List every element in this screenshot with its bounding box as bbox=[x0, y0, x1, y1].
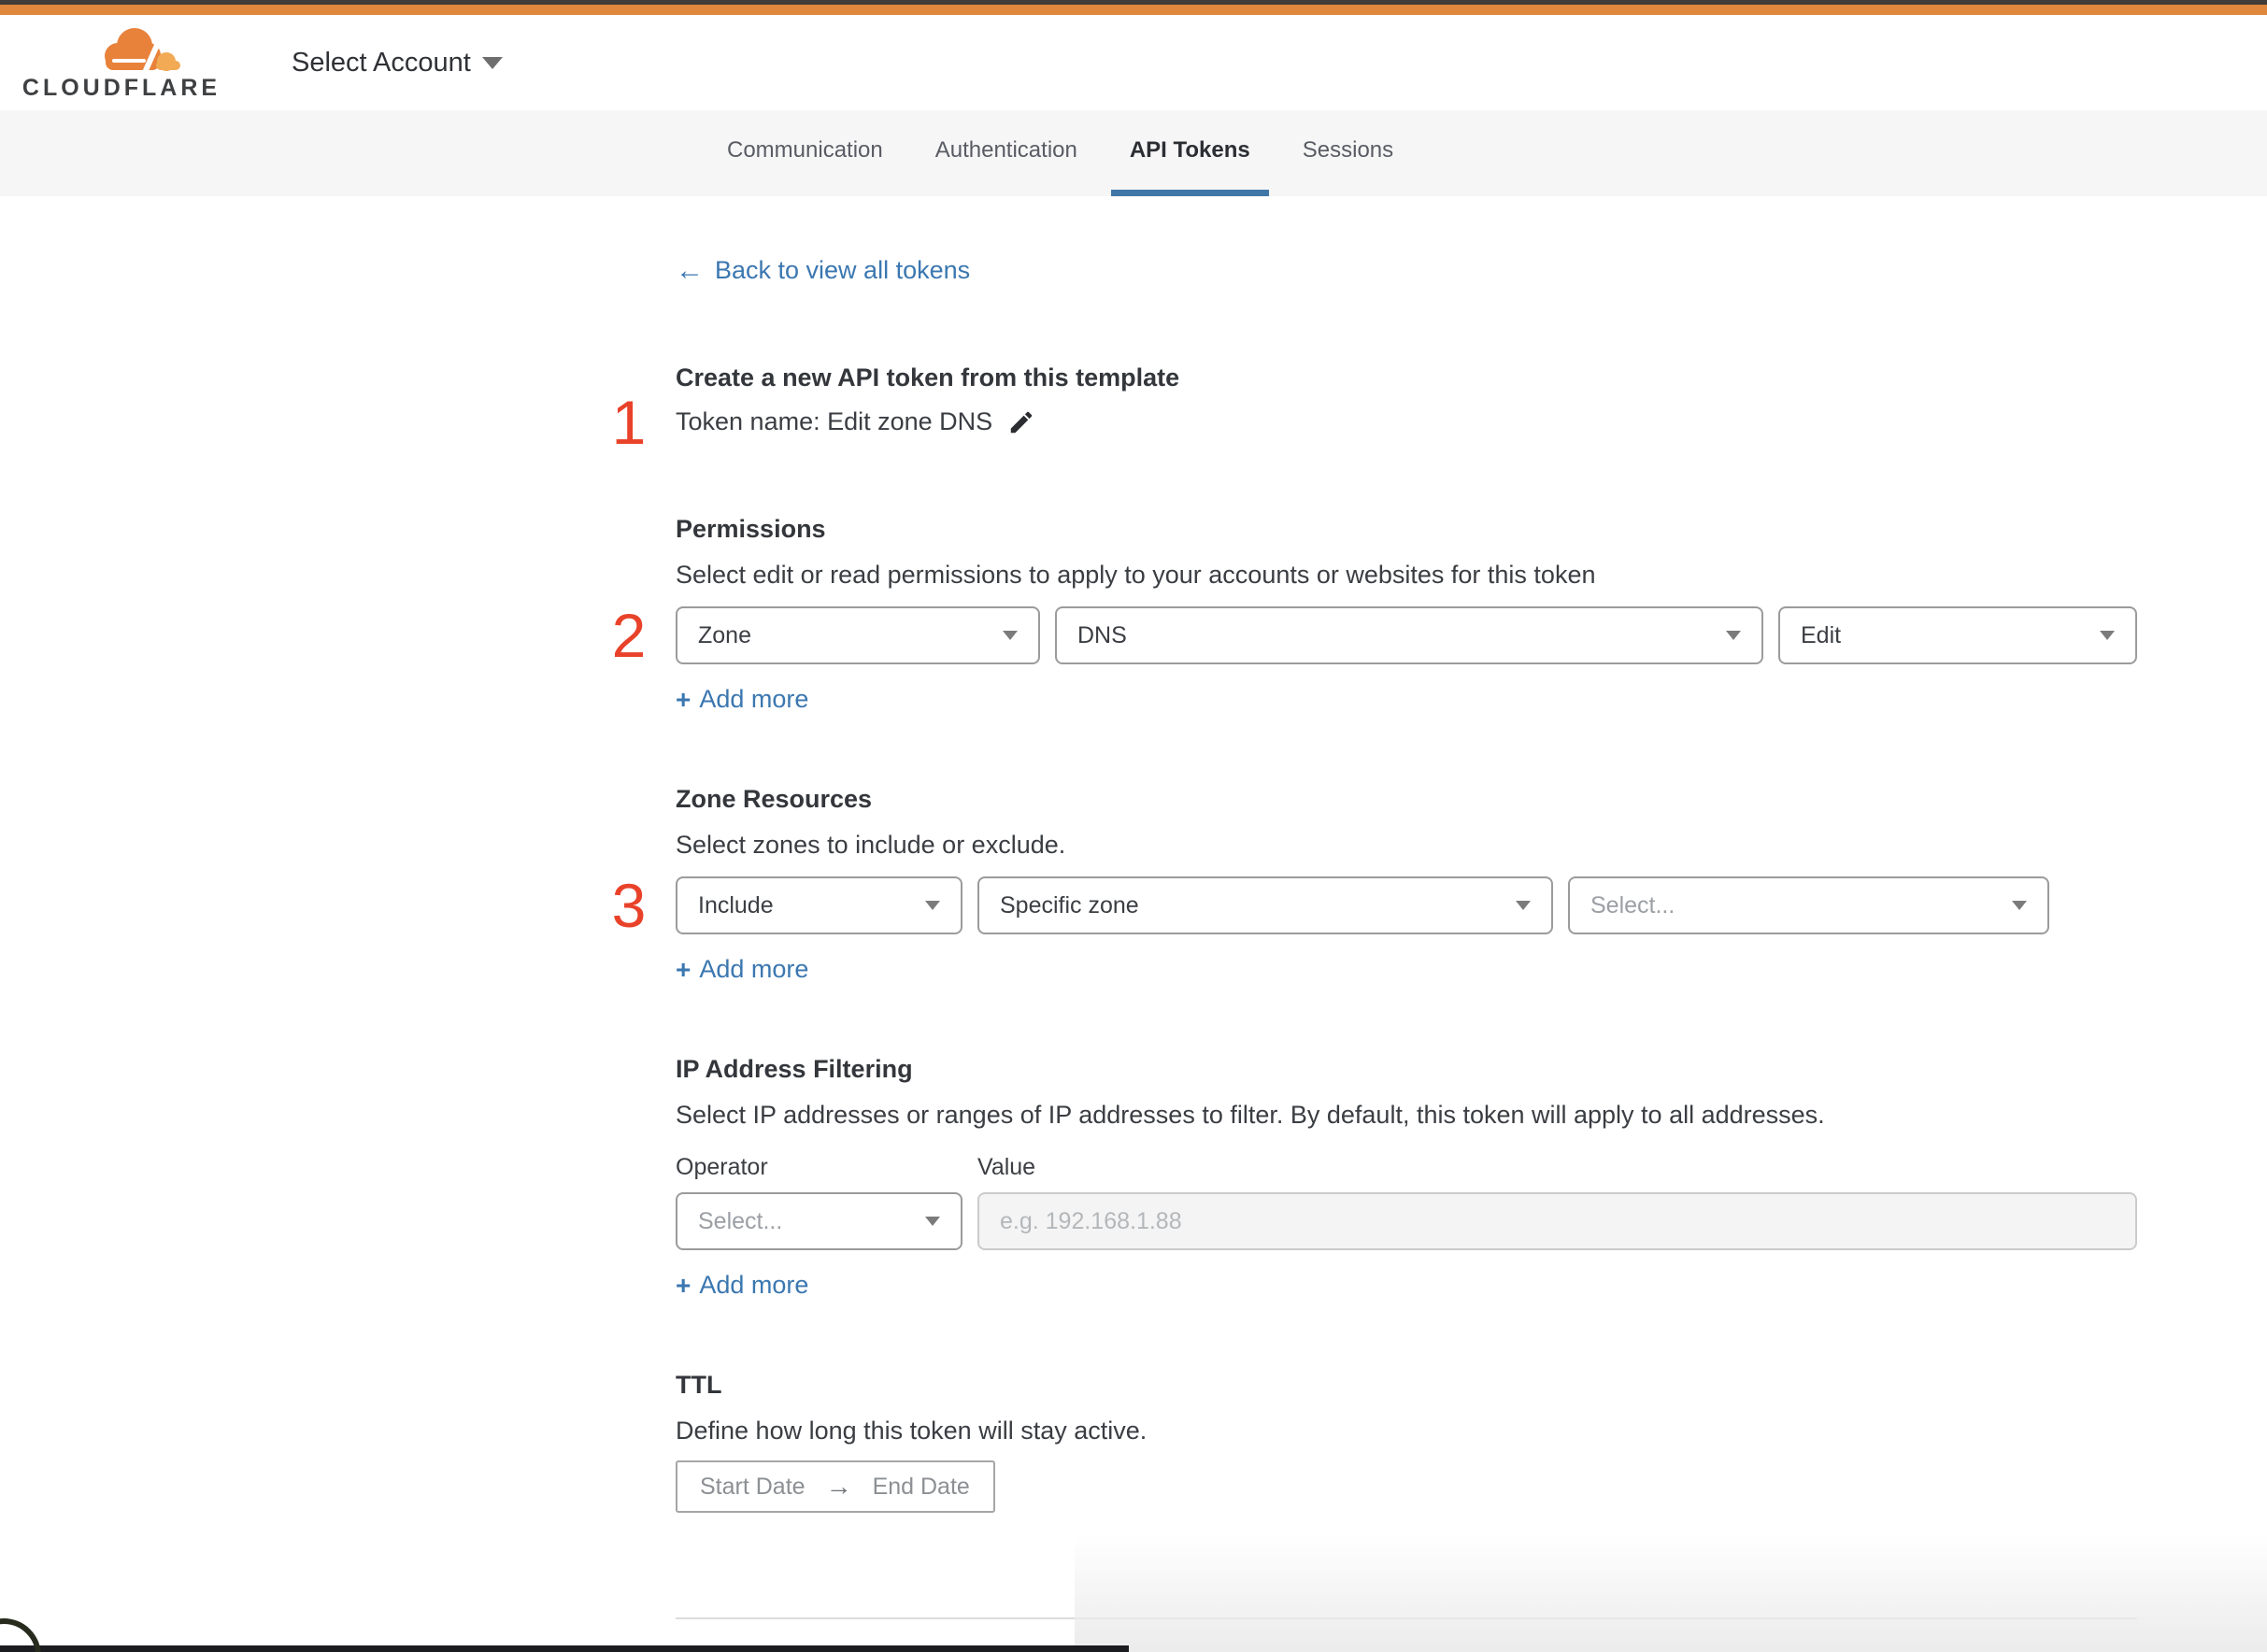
add-more-label: Add more bbox=[699, 1271, 809, 1299]
section-template: Create a new API token from this templat… bbox=[612, 363, 2137, 453]
select-value: Include bbox=[698, 891, 774, 919]
ip-operator-select[interactable]: Select... bbox=[676, 1192, 962, 1250]
zone-picker-select[interactable]: Select... bbox=[1568, 876, 2049, 934]
section-permissions: Permissions Select edit or read permissi… bbox=[612, 515, 2137, 714]
permission-access-select[interactable]: Edit bbox=[1778, 606, 2137, 664]
value-label: Value bbox=[977, 1154, 1036, 1180]
section-title: Zone Resources bbox=[676, 785, 873, 813]
section-subtitle: Select zones to include or exclude. bbox=[676, 831, 1066, 859]
permissions-add-more-link[interactable]: + Add more bbox=[676, 685, 808, 714]
chevron-down-icon bbox=[1516, 901, 1531, 910]
token-name-row: 1 Token name: Edit zone DNS bbox=[612, 392, 2137, 453]
account-selector-label: Select Account bbox=[292, 47, 471, 78]
ip-filtering-add-more-link[interactable]: + Add more bbox=[676, 1271, 808, 1300]
ttl-date-range-picker[interactable]: Start Date → End Date bbox=[676, 1460, 995, 1513]
step-number-3: 3 bbox=[611, 871, 647, 940]
add-more-label: Add more bbox=[699, 685, 809, 713]
select-value: Specific zone bbox=[1000, 891, 1139, 919]
section-title: Permissions bbox=[676, 515, 826, 543]
tab-communication[interactable]: Communication bbox=[708, 110, 902, 196]
tab-label: Communication bbox=[727, 136, 883, 163]
bottom-left-artifact bbox=[0, 1618, 41, 1652]
zone-resources-add-more-link[interactable]: + Add more bbox=[676, 955, 808, 984]
back-link-label: Back to view all tokens bbox=[715, 256, 971, 284]
header: CLOUDFLARE Select Account bbox=[0, 15, 2267, 110]
section-title: Create a new API token from this templat… bbox=[676, 363, 1180, 392]
permissions-row: 2 Zone DNS Edit bbox=[612, 605, 2137, 666]
add-more-label: Add more bbox=[699, 955, 809, 983]
tab-label: Authentication bbox=[934, 136, 1077, 163]
select-placeholder: Select... bbox=[698, 1207, 783, 1234]
section-subtitle: Select edit or read permissions to apply… bbox=[676, 561, 1596, 589]
section-ttl: TTL Define how long this token will stay… bbox=[676, 1371, 2137, 1513]
chevron-down-icon bbox=[925, 901, 940, 910]
zone-type-select[interactable]: Specific zone bbox=[977, 876, 1553, 934]
ip-value-input[interactable] bbox=[977, 1192, 2137, 1250]
tab-authentication[interactable]: Authentication bbox=[917, 110, 1096, 196]
tab-label: Sessions bbox=[1302, 136, 1394, 163]
chevron-down-icon bbox=[925, 1217, 940, 1226]
tab-sessions[interactable]: Sessions bbox=[1284, 110, 1412, 196]
step-number-2: 2 bbox=[611, 601, 647, 670]
account-selector[interactable]: Select Account bbox=[292, 48, 503, 78]
main-content: ← Back to view all tokens Create a new A… bbox=[612, 196, 2137, 1652]
chevron-down-icon bbox=[481, 56, 503, 69]
permission-resource-select[interactable]: DNS bbox=[1055, 606, 1763, 664]
arrow-right-icon: → bbox=[825, 1472, 852, 1501]
permission-scope-select[interactable]: Zone bbox=[676, 606, 1040, 664]
chevron-down-icon bbox=[2100, 631, 2115, 640]
plus-icon: + bbox=[676, 1270, 692, 1300]
screen-bottom-edge bbox=[0, 1645, 1129, 1652]
select-value: Zone bbox=[698, 621, 751, 648]
cloudflare-cloud-icon bbox=[105, 27, 180, 73]
edit-pencil-icon[interactable] bbox=[1007, 408, 1035, 436]
select-value: Edit bbox=[1801, 621, 1842, 648]
section-zone-resources: Zone Resources Select zones to include o… bbox=[612, 785, 2137, 984]
zone-mode-select[interactable]: Include bbox=[676, 876, 962, 934]
chevron-down-icon bbox=[2012, 901, 2027, 910]
step-number-1: 1 bbox=[611, 387, 647, 457]
section-title: IP Address Filtering bbox=[676, 1055, 913, 1083]
cloudflare-logo[interactable]: CLOUDFLARE bbox=[22, 24, 217, 102]
select-value: DNS bbox=[1077, 621, 1127, 648]
section-title: TTL bbox=[676, 1371, 722, 1399]
ip-filtering-row: Select... bbox=[676, 1192, 2137, 1250]
chevron-down-icon bbox=[1726, 631, 1741, 640]
end-date-placeholder: End Date bbox=[872, 1473, 970, 1500]
operator-label: Operator bbox=[676, 1154, 768, 1180]
tab-api-tokens[interactable]: API Tokens bbox=[1110, 110, 1269, 196]
token-name-label: Token name: Edit zone DNS bbox=[676, 407, 993, 435]
plus-icon: + bbox=[676, 954, 692, 984]
zone-resources-row: 3 Include Specific zone Select... bbox=[612, 875, 2137, 936]
section-ip-filtering: IP Address Filtering Select IP addresses… bbox=[676, 1055, 2137, 1300]
top-accent-bar bbox=[0, 5, 2267, 15]
tab-label: API Tokens bbox=[1129, 136, 1250, 163]
start-date-placeholder: Start Date bbox=[700, 1473, 806, 1500]
plus-icon: + bbox=[676, 684, 692, 714]
tab-bar: Communication Authentication API Tokens … bbox=[0, 110, 2267, 196]
section-subtitle: Define how long this token will stay act… bbox=[676, 1417, 1148, 1445]
section-subtitle: Select IP addresses or ranges of IP addr… bbox=[676, 1101, 1825, 1129]
back-to-tokens-link[interactable]: ← Back to view all tokens bbox=[676, 256, 970, 285]
arrow-left-icon: ← bbox=[676, 254, 704, 286]
logo-wordmark: CLOUDFLARE bbox=[21, 74, 221, 101]
footer-divider bbox=[676, 1617, 2137, 1619]
ip-field-labels: Operator Value bbox=[676, 1154, 2137, 1181]
chevron-down-icon bbox=[1003, 631, 1018, 640]
select-placeholder: Select... bbox=[1590, 891, 1675, 919]
cloudflare-api-token-template-page: CLOUDFLARE Select Account Communication … bbox=[0, 0, 2267, 1652]
